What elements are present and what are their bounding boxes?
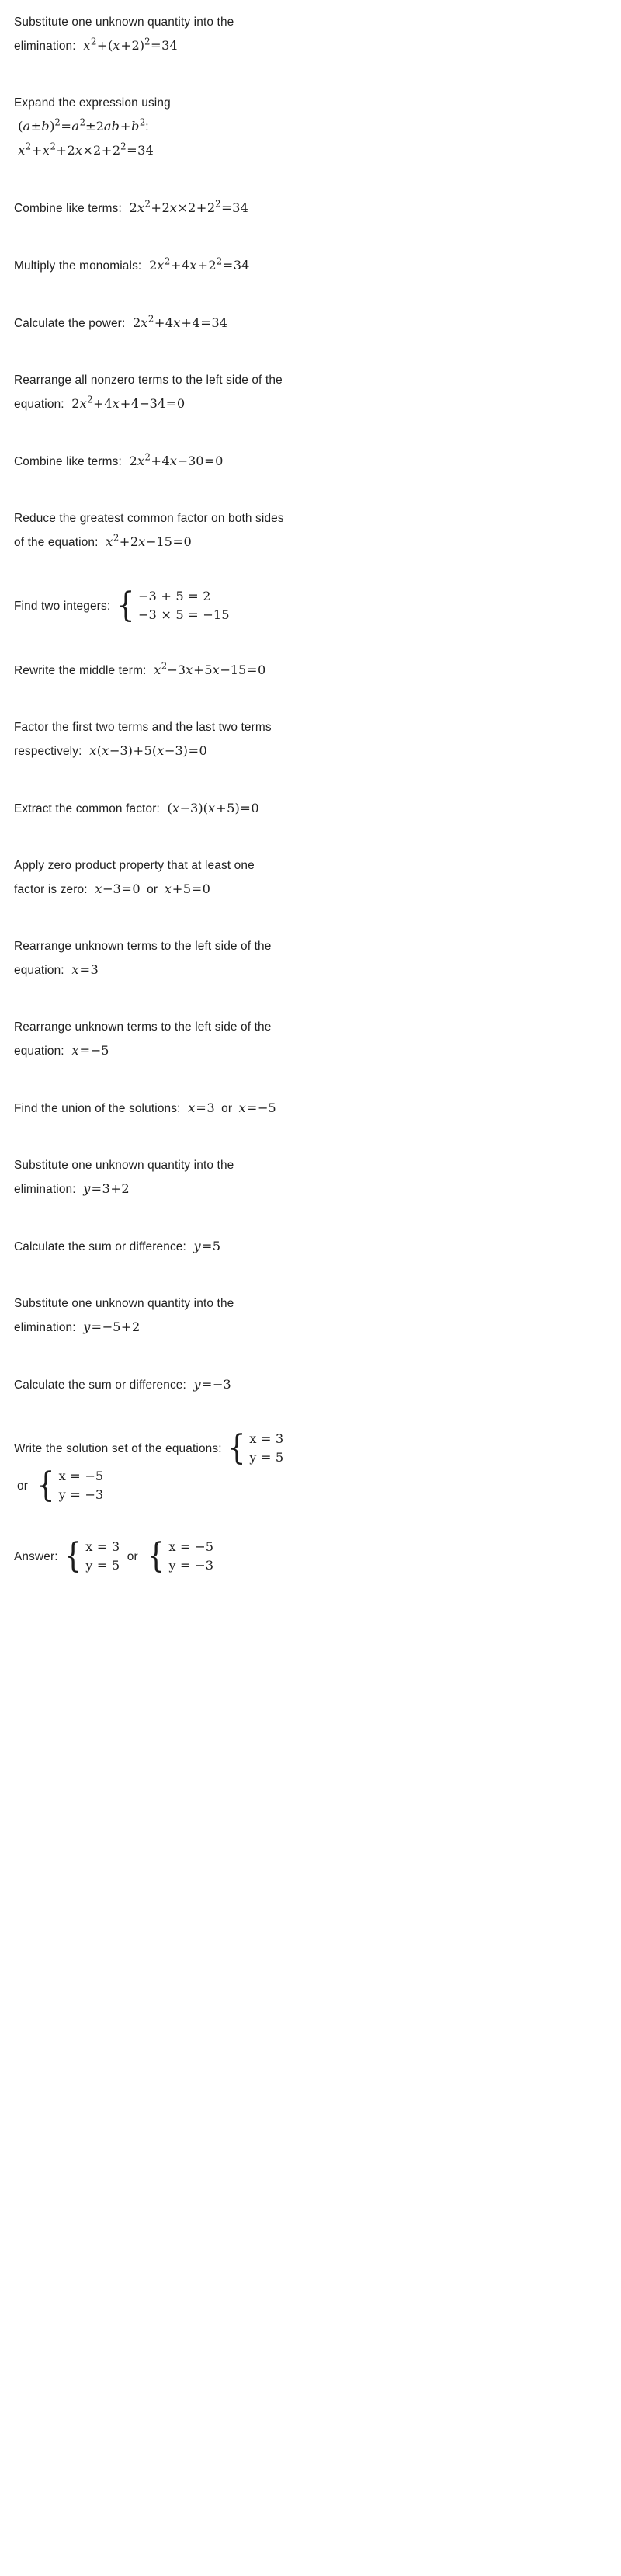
solution-set-b: { x = −5 y = −3 [35, 1467, 103, 1504]
step-math: x2−3x+5x−15=0 [154, 660, 266, 677]
step-zero-product: Apply zero product property that at leas… [14, 854, 287, 902]
step-math: y=−5+2 [83, 1319, 141, 1334]
answer-set-a: { x = 3 y = 5 [62, 1538, 120, 1575]
expand-identity: (a±b)2=a2±2ab+b2 [14, 116, 146, 134]
answer-row-y: y = −3 [168, 1558, 214, 1573]
step-substitute-2: Substitute one unknown quantity into the… [14, 1154, 287, 1201]
step-rearrange-x-neg5: Rearrange unknown terms to the left side… [14, 1016, 287, 1063]
step-label: Find the union of the solutions: [14, 1102, 181, 1115]
step-rearrange-1: Rearrange all nonzero terms to the left … [14, 369, 287, 416]
step-expand: Expand the expression using (a±b)2=a2±2a… [14, 92, 287, 163]
system-row-2: −3 × 5 = −15 [137, 607, 230, 622]
step-label: Rearrange unknown terms to the left side… [14, 1020, 272, 1058]
connector-or: or [17, 1479, 28, 1493]
step-combine-2: Combine like terms: 2x2+4x−30=0 [14, 450, 287, 474]
step-math: x=−5 [71, 1043, 109, 1058]
step-combine-1: Combine like terms: 2x2+2x×2+22=34 [14, 196, 287, 221]
step-find-two-integers: Find two integers: { −3 + 5 = 2 −3 × 5 =… [14, 588, 287, 625]
step-math: 2x2+4x−30=0 [125, 451, 224, 468]
integer-pair-system: { −3 + 5 = 2 −3 × 5 = −15 [115, 587, 230, 624]
left-brace: { [147, 1535, 165, 1576]
step-math: (x−3)(x+5)=0 [163, 801, 259, 815]
step-math: x2+(x+2)2=34 [83, 36, 178, 53]
step-label: Combine like terms: [14, 202, 122, 215]
step-factor-pairs: Factor the first two terms and the last … [14, 716, 287, 763]
step-substitute-1: Substitute one unknown quantity into the… [14, 11, 287, 58]
answer-label: Answer: [14, 1550, 58, 1564]
step-math: y=3+2 [83, 1181, 130, 1196]
step-multiply-monomials: Multiply the monomials: 2x2+4x+22=34 [14, 254, 287, 278]
step-math-right: x=−5 [238, 1100, 276, 1115]
step-label: Combine like terms: [14, 455, 122, 468]
step-extract-common-factor: Extract the common factor: (x−3)(x+5)=0 [14, 797, 287, 821]
solution-row-x: x = −5 [58, 1469, 104, 1483]
step-label: Rearrange unknown terms to the left side… [14, 940, 272, 977]
step-substitute-3: Substitute one unknown quantity into the… [14, 1292, 287, 1340]
left-brace: { [36, 1465, 56, 1505]
step-union-solutions: Find the union of the solutions: x=3 or … [14, 1097, 287, 1121]
solution-steps-page: Substitute one unknown quantity into the… [0, 0, 621, 1576]
step-label: Calculate the sum or difference: [14, 1240, 186, 1253]
step-reduce-gcf: Reduce the greatest common factor on bot… [14, 507, 287, 554]
step-math: x2+x2+2x×2+22=34 [18, 141, 154, 158]
answer-row-x: x = 3 [85, 1539, 120, 1554]
step-rearrange-x-3: Rearrange unknown terms to the left side… [14, 935, 287, 982]
solution-row-y: y = 5 [249, 1450, 284, 1465]
step-math-right: x+5=0 [164, 881, 210, 896]
step-math: y=−3 [193, 1377, 231, 1392]
step-write-solution-set: Write the solution set of the equations:… [14, 1431, 287, 1505]
step-sum-1: Calculate the sum or difference: y=5 [14, 1235, 287, 1259]
step-math: y=5 [193, 1239, 221, 1253]
connector-or: or [221, 1102, 233, 1115]
step-math: 2x2+2x×2+22=34 [125, 198, 248, 215]
solution-row-y: y = −3 [58, 1487, 104, 1502]
step-label: Extract the common factor: [14, 802, 160, 815]
step-math: x2+2x−15=0 [106, 532, 192, 549]
step-calculate-power: Calculate the power: 2x2+4x+4=34 [14, 311, 287, 335]
step-math: 2x2+4x+22=34 [144, 256, 250, 273]
connector-or: or [147, 883, 158, 896]
connector-or: or [127, 1550, 138, 1564]
left-brace: { [116, 585, 135, 625]
colon: : [145, 120, 149, 134]
solution-set-a: { x = 3 y = 5 [226, 1427, 284, 1468]
left-brace: { [227, 1427, 246, 1468]
step-math-left: x−3=0 [95, 881, 141, 896]
step-math: 2x2+4x+4−34=0 [68, 394, 186, 411]
step-label: Calculate the sum or difference: [14, 1378, 186, 1392]
answer-block: Answer: { x = 3 y = 5 or { x = −5 y = −3 [14, 1538, 287, 1576]
answer-row-y: y = 5 [85, 1558, 120, 1573]
step-math: x(x−3)+5(x−3)=0 [89, 743, 207, 758]
step-sum-2: Calculate the sum or difference: y=−3 [14, 1373, 287, 1397]
step-label: Calculate the power: [14, 317, 126, 330]
step-label: Expand the expression using [14, 96, 171, 110]
step-math: 2x2+4x+4=34 [128, 313, 227, 330]
step-label: Find two integers: [14, 600, 111, 614]
step-math: x=3 [71, 962, 99, 977]
step-math-left: x=3 [188, 1100, 215, 1115]
step-label: Multiply the monomials: [14, 259, 142, 273]
step-label: Rewrite the middle term: [14, 664, 147, 677]
answer-set-b: { x = −5 y = −3 [145, 1538, 213, 1575]
step-rewrite-middle-term: Rewrite the middle term: x2−3x+5x−15=0 [14, 659, 287, 683]
step-label: Write the solution set of the equations: [14, 1442, 222, 1456]
system-row-1: −3 + 5 = 2 [137, 589, 211, 603]
left-brace: { [64, 1535, 82, 1576]
solution-row-x: x = 3 [249, 1431, 284, 1446]
answer-row-x: x = −5 [168, 1539, 214, 1554]
